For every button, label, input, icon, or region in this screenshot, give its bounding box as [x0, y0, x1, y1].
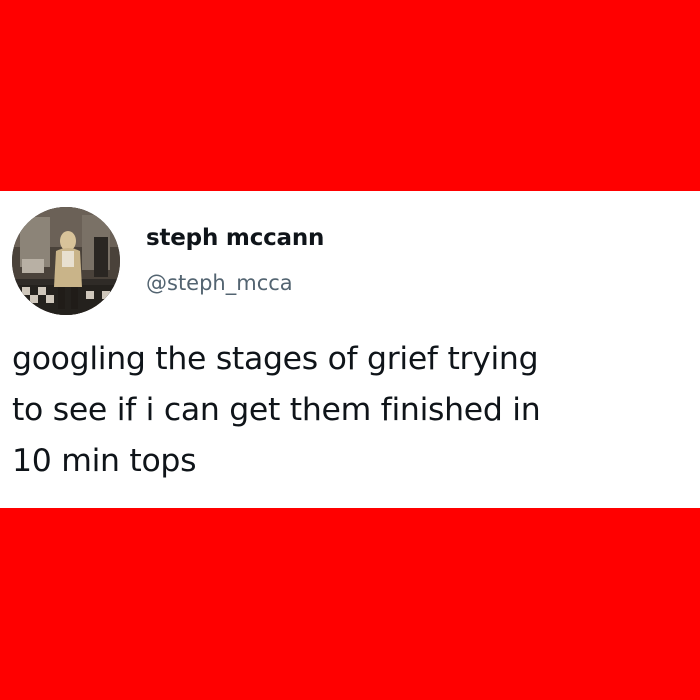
- red-frame-top: [0, 0, 700, 191]
- tweet-text-line: googling the stages of grief trying: [12, 341, 539, 377]
- display-name[interactable]: steph mccann: [146, 225, 324, 251]
- tweet-text-line: to see if i can get them finished in: [12, 392, 541, 428]
- profile-avatar[interactable]: [12, 207, 120, 315]
- user-handle[interactable]: @steph_mcca: [146, 271, 293, 295]
- tweet-text: googling the stages of grief trying to s…: [12, 334, 692, 487]
- tweet-card: steph mccann @steph_mcca googling the st…: [0, 191, 700, 508]
- avatar-photo-icon: [12, 207, 120, 315]
- tweet-text-line: 10 min tops: [12, 443, 197, 479]
- red-frame-bottom: [0, 508, 700, 700]
